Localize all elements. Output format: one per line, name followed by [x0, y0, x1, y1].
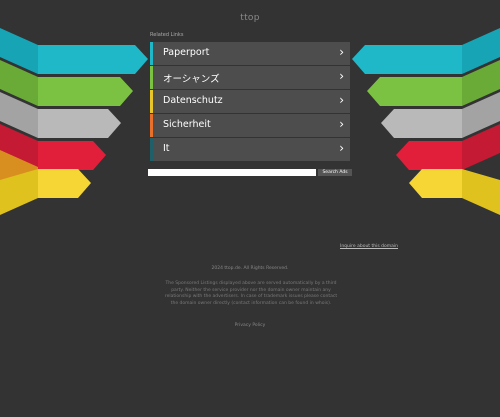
related-link-label: オーシャンズ [163, 74, 220, 85]
related-link-paperport[interactable]: Paperport › [150, 42, 350, 65]
inquire-domain-link[interactable]: Inquire about this domain [0, 244, 398, 249]
related-links-list: Paperport › オーシャンズ › Datenschutz › Siche… [150, 42, 350, 162]
chevron-right-icon: › [339, 117, 344, 131]
disclaimer-text: The Sponsored Listings displayed above a… [164, 281, 338, 306]
chevron-right-icon: › [339, 69, 344, 83]
related-link-label: Datenschutz [163, 95, 223, 106]
search-ads-button[interactable]: Search Ads [318, 169, 352, 176]
chevron-right-icon: › [339, 45, 344, 59]
related-link-label: It [163, 143, 170, 154]
related-link-datenschutz[interactable]: Datenschutz › [150, 90, 350, 113]
copyright-text: 2024 ttop.de. All Rights Reserved. [211, 266, 289, 271]
chevron-right-icon: › [339, 141, 344, 155]
right-arrow-yellow [462, 169, 500, 215]
related-link-oceans[interactable]: オーシャンズ › [150, 66, 350, 89]
related-link-sicherheit[interactable]: Sicherheit › [150, 114, 350, 137]
left-arrows [0, 28, 148, 215]
related-link-label: Paperport [163, 47, 210, 58]
right-arrows [352, 28, 500, 215]
related-links-label: Related Links [150, 32, 184, 38]
search-input[interactable] [148, 169, 316, 176]
related-link-label: Sicherheit [163, 119, 211, 130]
chevron-right-icon: › [339, 93, 344, 107]
privacy-policy-link[interactable]: Privacy Policy [0, 323, 500, 328]
related-link-it[interactable]: It › [150, 138, 350, 161]
